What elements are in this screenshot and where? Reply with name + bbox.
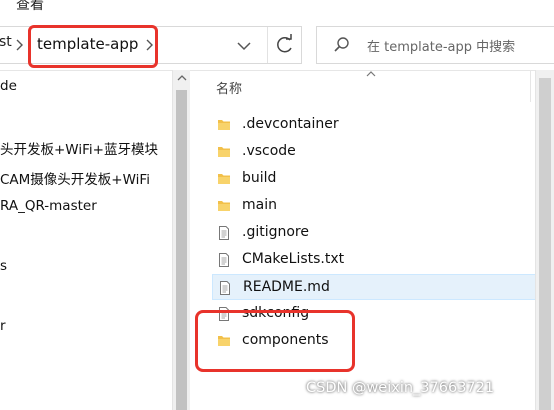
file-name: .devcontainer: [242, 116, 339, 132]
file-row[interactable]: .gitignore20: [212, 220, 554, 246]
column-header-name[interactable]: 名称: [216, 78, 242, 97]
menu-view[interactable]: 查看: [16, 0, 44, 14]
content-scrollbar[interactable]: [535, 70, 554, 410]
file-row[interactable]: main20: [212, 193, 554, 219]
content-scrollbar-thumb[interactable]: [539, 78, 551, 410]
search-box[interactable]: 在 template-app 中搜索: [316, 26, 554, 64]
scroll-up-icon[interactable]: [177, 74, 187, 82]
nav-item[interactable]: 头开发板+WiFi+蓝牙模块: [0, 138, 158, 158]
file-name: build: [242, 170, 277, 186]
chevron-down-icon[interactable]: [233, 37, 255, 55]
refresh-icon: [277, 34, 292, 53]
file-name: .gitignore: [242, 224, 309, 240]
refresh-button[interactable]: [267, 27, 302, 63]
menu-bar: 查看: [0, 0, 554, 18]
folder-icon: [216, 171, 232, 187]
file-icon: [216, 252, 232, 268]
sort-arrow-icon: [366, 71, 376, 77]
file-icon: [216, 225, 232, 241]
navigation-pane: de 头开发板+WiFi+蓝牙模块 CAM摄像头开发板+WiFi RA_QR-m…: [0, 70, 172, 410]
watermark: CSDN @weixin_37663721: [306, 380, 495, 396]
nav-item[interactable]: RA_QR-master: [0, 198, 97, 214]
file-row[interactable]: .devcontainer20: [212, 112, 554, 138]
file-name: README.md: [243, 279, 330, 295]
file-row[interactable]: .vscode20: [212, 139, 554, 165]
column-divider[interactable]: [530, 70, 531, 102]
search-icon: [334, 37, 349, 52]
annotation-highlight-components: [195, 310, 355, 372]
folder-icon: [216, 198, 232, 214]
nav-item[interactable]: s: [0, 258, 7, 274]
folder-icon: [216, 117, 232, 133]
nav-scrollbar[interactable]: [172, 70, 190, 410]
file-icon: [217, 280, 233, 296]
file-row[interactable]: CMakeLists.txt20: [212, 247, 554, 273]
file-name: main: [242, 197, 277, 213]
file-name: .vscode: [242, 143, 296, 159]
folder-icon: [216, 144, 232, 160]
breadcrumb-previous[interactable]: st: [0, 34, 12, 50]
file-name: CMakeLists.txt: [242, 251, 345, 267]
annotation-highlight-address: [28, 25, 158, 68]
file-row[interactable]: README.md20: [212, 274, 554, 300]
chevron-right-icon[interactable]: [13, 38, 25, 52]
file-row[interactable]: build20: [212, 166, 554, 192]
search-input[interactable]: 在 template-app 中搜索: [367, 36, 515, 55]
nav-item[interactable]: r: [0, 318, 6, 334]
nav-item[interactable]: de: [0, 78, 17, 94]
nav-scrollbar-thumb[interactable]: [176, 90, 187, 410]
nav-item[interactable]: CAM摄像头开发板+WiFi: [0, 168, 150, 188]
